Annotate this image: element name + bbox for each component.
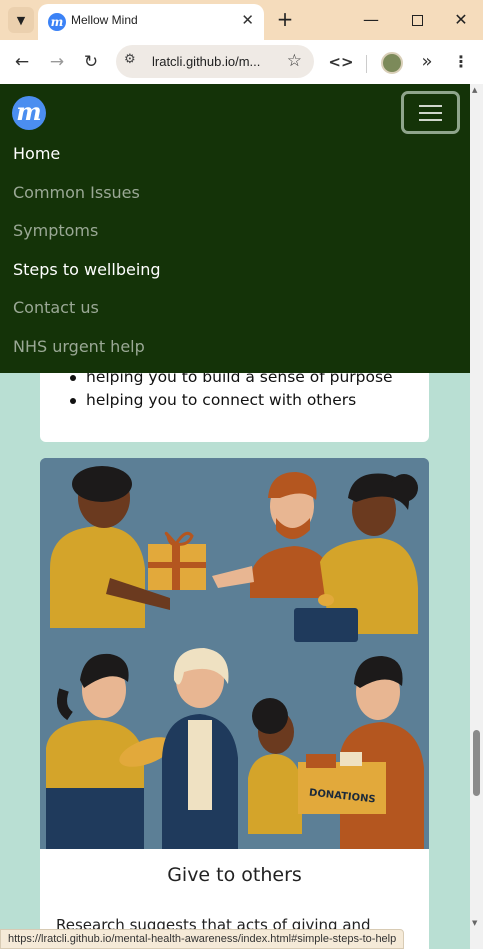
maximize-icon bbox=[411, 15, 423, 26]
nav-item-steps-to-wellbeing[interactable]: Steps to wellbeing bbox=[13, 260, 161, 279]
giving-illustration: DONATIONS bbox=[40, 458, 429, 849]
address-bar[interactable]: ⚙ lratcli.github.io/m... ☆ bbox=[116, 45, 314, 78]
card-title: Give to others bbox=[167, 864, 302, 886]
browser-tab[interactable]: m Mellow Mind ✕ bbox=[38, 4, 264, 40]
nav-item-contact-us[interactable]: Contact us bbox=[13, 298, 99, 317]
close-window-button[interactable]: ✕ bbox=[448, 8, 474, 32]
scroll-down-arrow-icon[interactable]: ▼ bbox=[472, 919, 477, 927]
nav-item-nhs-urgent-help[interactable]: NHS urgent help bbox=[13, 337, 145, 356]
profile-avatar[interactable] bbox=[381, 52, 403, 74]
list-item: helping you to connect with others bbox=[48, 389, 393, 412]
tab-search-button[interactable]: ▼ bbox=[8, 7, 34, 33]
scrollbar-thumb[interactable] bbox=[473, 730, 480, 796]
close-tab-icon[interactable]: ✕ bbox=[241, 11, 254, 29]
navbar: m Home Common Issues Symptoms Steps to w… bbox=[0, 84, 470, 373]
brand-logo[interactable]: m bbox=[12, 96, 46, 130]
code-icon[interactable]: <> bbox=[328, 49, 354, 75]
nav-item-symptoms[interactable]: Symptoms bbox=[13, 221, 98, 240]
minimize-button[interactable]: — bbox=[358, 8, 384, 32]
give-to-others-card: DONATIONS Give to others Research sugges… bbox=[40, 458, 429, 949]
scroll-up-arrow-icon[interactable]: ▲ bbox=[472, 86, 477, 94]
extensions-chevron-icon[interactable]: » bbox=[414, 49, 440, 75]
reload-icon[interactable]: ↻ bbox=[78, 49, 104, 75]
menu-toggle-button[interactable] bbox=[401, 91, 460, 134]
toolbar-divider bbox=[366, 55, 367, 73]
forward-arrow-icon[interactable]: → bbox=[44, 49, 70, 75]
bookmark-star-icon[interactable]: ☆ bbox=[287, 51, 302, 71]
tab-title: Mellow Mind bbox=[71, 13, 138, 27]
site-info-icon[interactable]: ⚙ bbox=[124, 52, 136, 67]
browser-menu-icon[interactable]: ⋮ bbox=[448, 49, 474, 75]
address-url[interactable]: lratcli.github.io/m... bbox=[152, 54, 260, 69]
browser-tab-bar: ▼ m Mellow Mind ✕ + — ✕ bbox=[0, 0, 483, 40]
chevron-down-icon: ▼ bbox=[16, 13, 26, 27]
new-tab-button[interactable]: + bbox=[272, 6, 298, 32]
link-status-url: https://lratcli.github.io/mental-health-… bbox=[0, 929, 405, 949]
maximize-button[interactable] bbox=[404, 8, 430, 32]
back-arrow-icon[interactable]: ← bbox=[9, 49, 35, 75]
page-scrollbar[interactable]: ▲ ▼ bbox=[470, 84, 483, 949]
page-viewport: helping you to build a sense of purpose … bbox=[0, 84, 470, 949]
browser-toolbar: ← → ↻ ⚙ lratcli.github.io/m... ☆ <> » ⋮ bbox=[0, 40, 483, 84]
favicon-icon: m bbox=[48, 13, 66, 31]
hamburger-icon bbox=[419, 105, 442, 107]
nav-item-home[interactable]: Home bbox=[13, 144, 60, 163]
nav-item-common-issues[interactable]: Common Issues bbox=[13, 183, 140, 202]
